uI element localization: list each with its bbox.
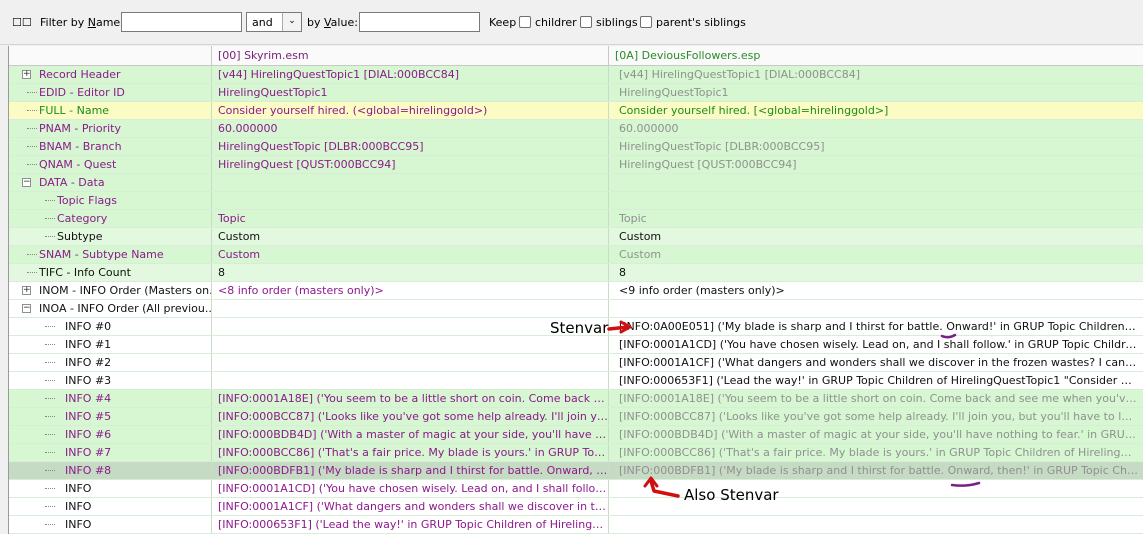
purple-underline-mark	[940, 333, 957, 339]
annotation-overlay	[607, 320, 981, 498]
purple-underline-mark	[950, 481, 981, 487]
